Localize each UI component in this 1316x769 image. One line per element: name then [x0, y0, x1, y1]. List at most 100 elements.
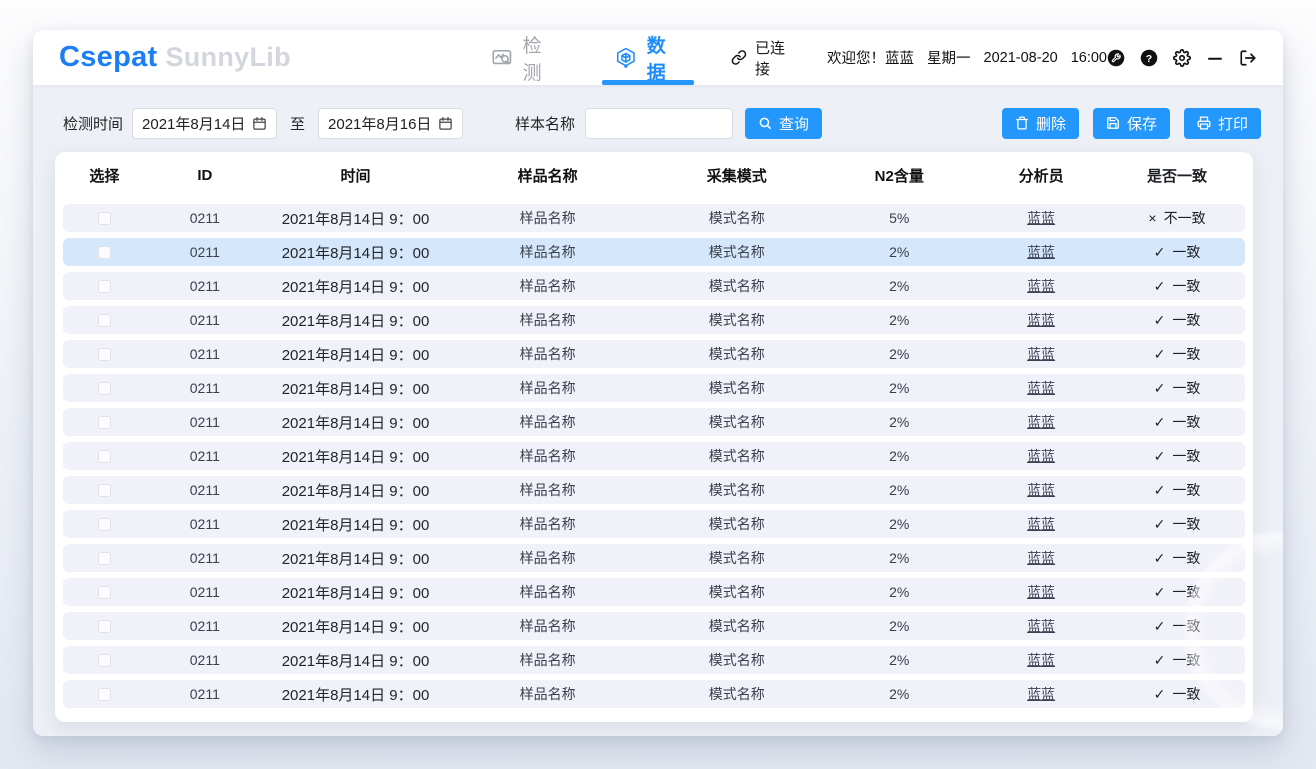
- row-checkbox[interactable]: [98, 246, 111, 259]
- column-header-2: ID: [146, 167, 264, 184]
- analyst-link[interactable]: 蓝蓝: [1027, 652, 1055, 668]
- cell-n2: 2%: [825, 652, 973, 668]
- row-checkbox[interactable]: [98, 586, 111, 599]
- row-checkbox[interactable]: [98, 518, 111, 531]
- save-button-label: 保存: [1127, 113, 1157, 134]
- table-row[interactable]: 02112021年8月14日 9：00样品名称模式名称2%蓝蓝✓一致: [63, 612, 1245, 640]
- print-button[interactable]: 打印: [1184, 108, 1261, 139]
- match-label: 不一致: [1164, 210, 1206, 226]
- query-button-label: 查询: [779, 113, 809, 134]
- table-row[interactable]: 02112021年8月14日 9：00样品名称模式名称5%蓝蓝×不一致: [63, 204, 1245, 232]
- table-row[interactable]: 02112021年8月14日 9：00样品名称模式名称2%蓝蓝✓一致: [63, 238, 1245, 266]
- data-cube-icon: [615, 46, 637, 70]
- cell-id: 0211: [146, 686, 264, 702]
- query-button[interactable]: 查询: [745, 108, 822, 139]
- table-row[interactable]: 02112021年8月14日 9：00样品名称模式名称2%蓝蓝✓一致: [63, 442, 1245, 470]
- printer-icon: [1197, 116, 1211, 130]
- table-row[interactable]: 02112021年8月14日 9：00样品名称模式名称2%蓝蓝✓一致: [63, 476, 1245, 504]
- cell-select: [63, 586, 146, 599]
- cell-mode: 模式名称: [648, 480, 825, 500]
- exit-icon[interactable]: [1239, 49, 1257, 67]
- check-icon: ✓: [1154, 414, 1166, 430]
- wrench-circle-icon[interactable]: [1107, 49, 1125, 67]
- table-body: 02112021年8月14日 9：00样品名称模式名称5%蓝蓝×不一致02112…: [55, 198, 1253, 708]
- tab-detection[interactable]: 检测: [491, 30, 557, 85]
- cell-n2: 2%: [825, 244, 973, 260]
- cell-mode: 模式名称: [648, 616, 825, 636]
- cell-time: 2021年8月14日 9：00: [264, 684, 447, 705]
- table-header-row: 选择ID时间样品名称采集模式N2含量分析员是否一致: [55, 152, 1253, 198]
- analyst-link[interactable]: 蓝蓝: [1027, 312, 1055, 328]
- settings-gear-icon[interactable]: [1173, 49, 1191, 67]
- analyst-link[interactable]: 蓝蓝: [1027, 584, 1055, 600]
- row-checkbox[interactable]: [98, 620, 111, 633]
- row-checkbox[interactable]: [98, 280, 111, 293]
- analyst-link[interactable]: 蓝蓝: [1027, 618, 1055, 634]
- cell-mode: 模式名称: [648, 548, 825, 568]
- check-icon: ✓: [1154, 652, 1166, 668]
- cell-analyst: 蓝蓝: [973, 412, 1109, 432]
- row-checkbox[interactable]: [98, 654, 111, 667]
- cell-id: 0211: [146, 550, 264, 566]
- match-label: 一致: [1172, 686, 1200, 702]
- row-checkbox[interactable]: [98, 348, 111, 361]
- analyst-link[interactable]: 蓝蓝: [1027, 244, 1055, 260]
- analyst-link[interactable]: 蓝蓝: [1027, 686, 1055, 702]
- save-button[interactable]: 保存: [1093, 108, 1170, 139]
- table-row[interactable]: 02112021年8月14日 9：00样品名称模式名称2%蓝蓝✓一致: [63, 374, 1245, 402]
- cell-id: 0211: [146, 278, 264, 294]
- table-row[interactable]: 02112021年8月14日 9：00样品名称模式名称2%蓝蓝✓一致: [63, 408, 1245, 436]
- cell-n2: 2%: [825, 414, 973, 430]
- row-checkbox[interactable]: [98, 416, 111, 429]
- tab-data[interactable]: 数据: [615, 30, 681, 85]
- analyst-link[interactable]: 蓝蓝: [1027, 550, 1055, 566]
- cell-analyst: 蓝蓝: [973, 446, 1109, 466]
- cell-mode: 模式名称: [648, 276, 825, 296]
- table-row[interactable]: 02112021年8月14日 9：00样品名称模式名称2%蓝蓝✓一致: [63, 578, 1245, 606]
- check-icon: ✓: [1154, 312, 1166, 328]
- check-icon: ✓: [1154, 448, 1166, 464]
- table-row[interactable]: 02112021年8月14日 9：00样品名称模式名称2%蓝蓝✓一致: [63, 272, 1245, 300]
- table-row[interactable]: 02112021年8月14日 9：00样品名称模式名称2%蓝蓝✓一致: [63, 680, 1245, 708]
- row-checkbox[interactable]: [98, 450, 111, 463]
- analyst-link[interactable]: 蓝蓝: [1027, 482, 1055, 498]
- date-to-input[interactable]: 2021年8月16日: [318, 108, 463, 139]
- analyst-link[interactable]: 蓝蓝: [1027, 380, 1055, 396]
- cell-select: [63, 654, 146, 667]
- analyst-link[interactable]: 蓝蓝: [1027, 210, 1055, 226]
- analyst-link[interactable]: 蓝蓝: [1027, 516, 1055, 532]
- analyst-link[interactable]: 蓝蓝: [1027, 346, 1055, 362]
- minimize-icon[interactable]: [1206, 49, 1224, 67]
- sample-name-input[interactable]: [585, 108, 733, 139]
- cell-mode: 模式名称: [648, 446, 825, 466]
- table-row[interactable]: 02112021年8月14日 9：00样品名称模式名称2%蓝蓝✓一致: [63, 340, 1245, 368]
- row-checkbox[interactable]: [98, 552, 111, 565]
- cell-match: ✓一致: [1109, 412, 1245, 432]
- date-from-input[interactable]: 2021年8月14日: [132, 108, 277, 139]
- cell-id: 0211: [146, 380, 264, 396]
- cell-mode: 模式名称: [648, 310, 825, 330]
- cell-time: 2021年8月14日 9：00: [264, 378, 447, 399]
- table-row[interactable]: 02112021年8月14日 9：00样品名称模式名称2%蓝蓝✓一致: [63, 646, 1245, 674]
- table-row[interactable]: 02112021年8月14日 9：00样品名称模式名称2%蓝蓝✓一致: [63, 306, 1245, 334]
- row-checkbox[interactable]: [98, 314, 111, 327]
- table-row[interactable]: 02112021年8月14日 9：00样品名称模式名称2%蓝蓝✓一致: [63, 510, 1245, 538]
- date-to-value: 2021年8月16日: [328, 113, 431, 134]
- cell-sample: 样品名称: [447, 208, 648, 228]
- row-checkbox[interactable]: [98, 484, 111, 497]
- delete-button[interactable]: 删除: [1002, 108, 1079, 139]
- help-circle-icon[interactable]: ?: [1140, 49, 1158, 67]
- row-checkbox[interactable]: [98, 212, 111, 225]
- cell-sample: 样品名称: [447, 310, 648, 330]
- analyst-link[interactable]: 蓝蓝: [1027, 278, 1055, 294]
- analyst-link[interactable]: 蓝蓝: [1027, 448, 1055, 464]
- analyst-link[interactable]: 蓝蓝: [1027, 414, 1055, 430]
- cell-match: ✓一致: [1109, 582, 1245, 602]
- table-row[interactable]: 02112021年8月14日 9：00样品名称模式名称2%蓝蓝✓一致: [63, 544, 1245, 572]
- cell-time: 2021年8月14日 9：00: [264, 242, 447, 263]
- row-checkbox[interactable]: [98, 382, 111, 395]
- match-label: 一致: [1172, 244, 1200, 260]
- date-from-value: 2021年8月14日: [142, 113, 245, 134]
- row-checkbox[interactable]: [98, 688, 111, 701]
- cell-n2: 2%: [825, 584, 973, 600]
